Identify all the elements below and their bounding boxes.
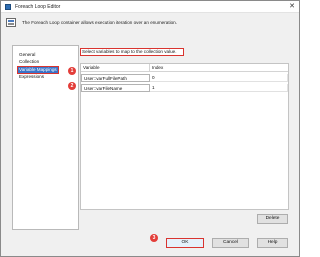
title-bar: Foreach Loop Editor ✕ (1, 1, 299, 13)
close-icon[interactable]: ✕ (287, 2, 297, 12)
ok-button[interactable]: OK (166, 238, 204, 248)
index-cell[interactable]: 0 (150, 74, 288, 82)
annotation-badge-3: 3 (150, 234, 158, 242)
column-header-index[interactable]: Index (150, 64, 288, 72)
variable-cell[interactable]: User::varFullFilePath (81, 74, 150, 82)
nav-item-variable-mappings[interactable]: Variable Mappings (16, 65, 60, 75)
annotation-badge-1: 1 (68, 67, 76, 75)
column-header-variable[interactable]: Variable (81, 64, 150, 72)
variable-cell[interactable]: User::varFileName (81, 84, 150, 92)
table-row[interactable]: User::varFullFilePath 0 (81, 74, 288, 82)
delete-button[interactable]: Delete (257, 214, 288, 224)
help-button[interactable]: Help (257, 238, 288, 248)
nav-item-collection[interactable]: Collection (18, 59, 40, 65)
foreach-container-icon (6, 18, 16, 27)
foreach-loop-editor-window: Foreach Loop Editor ✕ The Foreach Loop c… (0, 0, 300, 257)
table-row[interactable]: User::varFileName 1 (81, 84, 288, 92)
annotation-badge-2: 2 (68, 82, 76, 90)
nav-item-general[interactable]: General (18, 52, 36, 58)
cancel-button[interactable]: Cancel (212, 238, 249, 248)
index-cell[interactable]: 1 (150, 84, 288, 92)
ssis-app-icon (5, 4, 11, 10)
nav-item-expressions[interactable]: Expressions (18, 74, 45, 80)
editor-description: The Foreach Loop container allows execut… (22, 20, 178, 25)
window-title: Foreach Loop Editor (15, 4, 61, 10)
variable-mappings-grid: Variable Index User::varFullFilePath 0 U… (80, 63, 289, 210)
section-header: Select variables to map to the collectio… (80, 48, 184, 56)
